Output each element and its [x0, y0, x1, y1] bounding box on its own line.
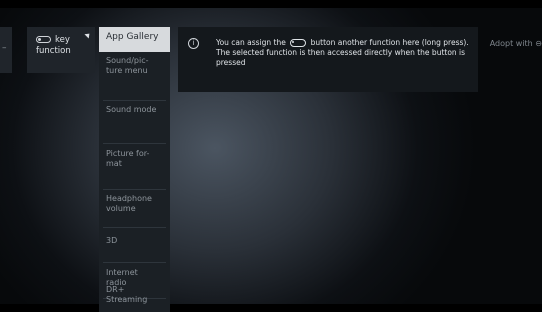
menu-item-label: Headphone volume: [106, 194, 152, 213]
previous-menu-label: –: [2, 43, 7, 53]
info-text: You can assign the button another functi…: [216, 38, 471, 68]
menu-item-picture-format[interactable]: Picture for-mat: [99, 149, 170, 190]
menu-item-label: Sound mode: [106, 105, 157, 114]
menu-item-label: 3D: [106, 236, 118, 245]
menu-item-label: Sound/pic-ture menu: [106, 56, 149, 75]
menu-item-app-gallery[interactable]: App Gallery: [99, 27, 170, 52]
menu-divider: [103, 262, 166, 263]
menu-divider: [103, 189, 166, 190]
menu-item-sound-picture-menu[interactable]: Sound/pic-ture menu: [99, 56, 170, 101]
key-function-line1: key: [55, 35, 70, 45]
menu-item-label: DR+ Streaming: [106, 285, 148, 304]
toggle-button-icon: [290, 39, 307, 47]
function-menu-list: App Gallery Sound/pic-ture menu Sound mo…: [99, 27, 170, 312]
menu-item-label: Picture for-mat: [106, 149, 150, 168]
key-function-tile[interactable]: key function: [27, 27, 95, 73]
menu-item-sound-mode[interactable]: Sound mode: [99, 105, 170, 144]
info-icon: i: [188, 38, 199, 49]
info-text-before: You can assign the: [216, 38, 286, 47]
info-panel: i You can assign the button another func…: [178, 27, 478, 92]
menu-divider: [103, 227, 166, 228]
ok-button-icon: ⊖: [535, 39, 542, 48]
previous-menu-stub[interactable]: –: [0, 27, 12, 73]
key-function-line2: function: [36, 46, 71, 56]
tv-menu-screen: – key function App Gallery Sound/pic-tur…: [0, 8, 542, 312]
menu-item-dr-streaming[interactable]: DR+ Streaming: [99, 285, 170, 312]
adopt-with-hint[interactable]: Adopt with ⊖: [490, 39, 542, 48]
key-function-label: key function: [36, 35, 92, 57]
menu-divider: [103, 100, 166, 101]
menu-item-label: App Gallery: [106, 32, 159, 42]
menu-item-headphone-volume[interactable]: Headphone volume: [99, 194, 170, 228]
menu-divider: [103, 143, 166, 144]
menu-item-3d[interactable]: 3D: [99, 236, 170, 263]
adopt-with-label: Adopt with: [489, 39, 533, 48]
